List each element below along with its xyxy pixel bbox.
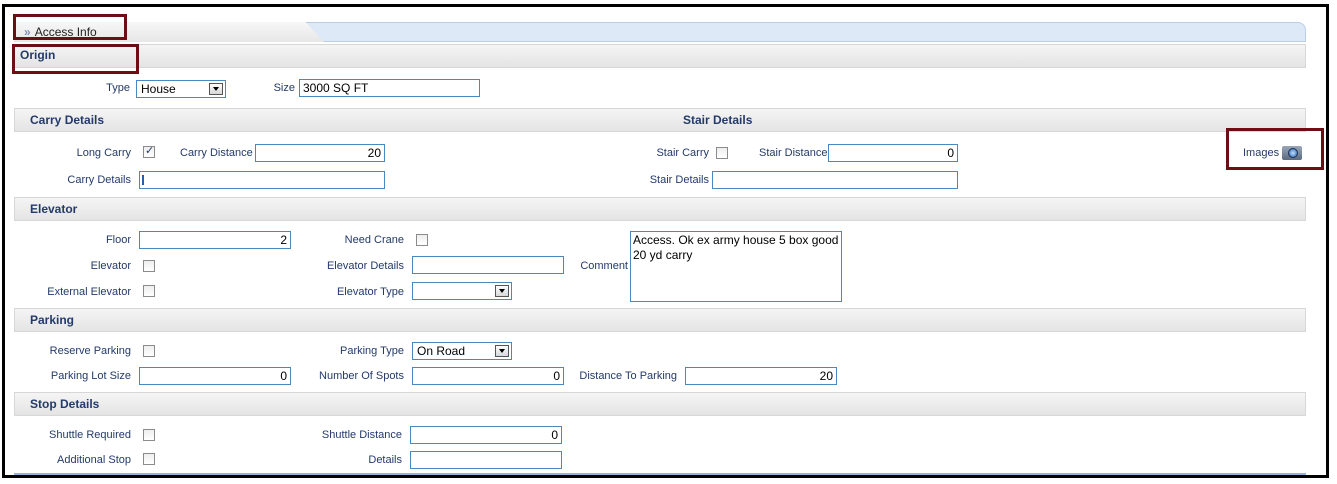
elevator-title: Elevator [30, 202, 78, 216]
distance-to-parking-label: Distance To Parking [579, 370, 677, 382]
shuttle-required-label: Shuttle Required [49, 429, 131, 441]
details-label: Details [368, 454, 402, 466]
comment-label: Comment [580, 260, 628, 272]
comment-textarea[interactable]: Access. Ok ex army house 5 box good 20 y… [630, 231, 842, 302]
stair-distance-label: Stair Distance [759, 147, 828, 159]
floor-label: Floor [105, 234, 131, 246]
stair-details-title: Stair Details [683, 113, 753, 127]
distance-to-parking-input[interactable]: 20 [685, 367, 837, 385]
parking-title: Parking [30, 313, 75, 327]
need-crane-checkbox[interactable] [416, 234, 428, 246]
chevron-down-icon[interactable] [209, 83, 223, 95]
elevator-label: Elevator [90, 260, 131, 272]
carry-stair-section-bar [14, 108, 1306, 132]
type-select[interactable]: House [136, 80, 226, 98]
reserve-parking-checkbox[interactable] [143, 345, 155, 357]
shuttle-distance-input[interactable]: 0 [410, 426, 562, 444]
stair-distance-input[interactable]: 0 [828, 144, 958, 162]
shuttle-required-checkbox[interactable] [143, 429, 155, 441]
floor-input[interactable]: 2 [139, 231, 291, 249]
chevron-down-icon[interactable] [495, 285, 509, 297]
stair-carry-label: Stair Carry [656, 147, 709, 159]
stair-details-label: Stair Details [649, 174, 709, 186]
highlight-box-origin [12, 44, 139, 74]
stair-carry-checkbox[interactable] [716, 147, 728, 159]
long-carry-label: Long Carry [76, 147, 131, 159]
type-label: Type [106, 82, 130, 94]
parking-type-select[interactable]: On Road [412, 342, 512, 360]
shuttle-distance-label: Shuttle Distance [321, 429, 402, 441]
elevator-type-label: Elevator Type [336, 286, 404, 298]
carry-details-label: Carry Details [67, 174, 131, 186]
stop-section-bar [14, 392, 1306, 416]
details-input[interactable] [410, 451, 562, 469]
reserve-parking-label: Reserve Parking [49, 345, 131, 357]
external-elevator-checkbox[interactable] [143, 285, 155, 297]
stair-details-input[interactable] [712, 171, 958, 189]
parking-lot-size-input[interactable]: 0 [139, 367, 291, 385]
origin-section-bar [14, 44, 1306, 68]
elevator-details-label: Elevator Details [326, 260, 404, 272]
highlight-box-access-info [13, 14, 127, 40]
additional-stop-checkbox[interactable] [143, 453, 155, 465]
size-label: Size [273, 82, 295, 94]
parking-section-bar [14, 308, 1306, 332]
parking-type-label: Parking Type [339, 345, 404, 357]
chevron-down-icon[interactable] [495, 345, 509, 357]
carry-distance-input[interactable]: 20 [255, 144, 385, 162]
size-input[interactable]: 3000 SQ FT [299, 79, 480, 97]
parking-lot-size-label: Parking Lot Size [50, 370, 131, 382]
elevator-details-input[interactable] [412, 256, 564, 274]
carry-details-input[interactable] [139, 171, 385, 189]
elevator-section-bar [14, 197, 1306, 221]
additional-stop-label: Additional Stop [57, 454, 131, 466]
text-caret [142, 175, 144, 185]
need-crane-label: Need Crane [344, 234, 404, 246]
type-select-value: House [141, 82, 176, 96]
parking-type-value: On Road [417, 344, 466, 358]
highlight-box-images [1226, 128, 1324, 170]
bottom-divider [14, 473, 1306, 475]
elevator-type-select[interactable] [412, 282, 512, 300]
number-of-spots-label: Number Of Spots [319, 370, 404, 382]
long-carry-checkbox[interactable] [143, 144, 155, 158]
external-elevator-label: External Elevator [47, 286, 131, 298]
stop-details-title: Stop Details [30, 397, 100, 411]
carry-distance-label: Carry Distance [180, 147, 253, 159]
number-of-spots-input[interactable]: 0 [412, 367, 564, 385]
elevator-checkbox[interactable] [143, 260, 155, 272]
carry-details-title: Carry Details [30, 113, 105, 127]
